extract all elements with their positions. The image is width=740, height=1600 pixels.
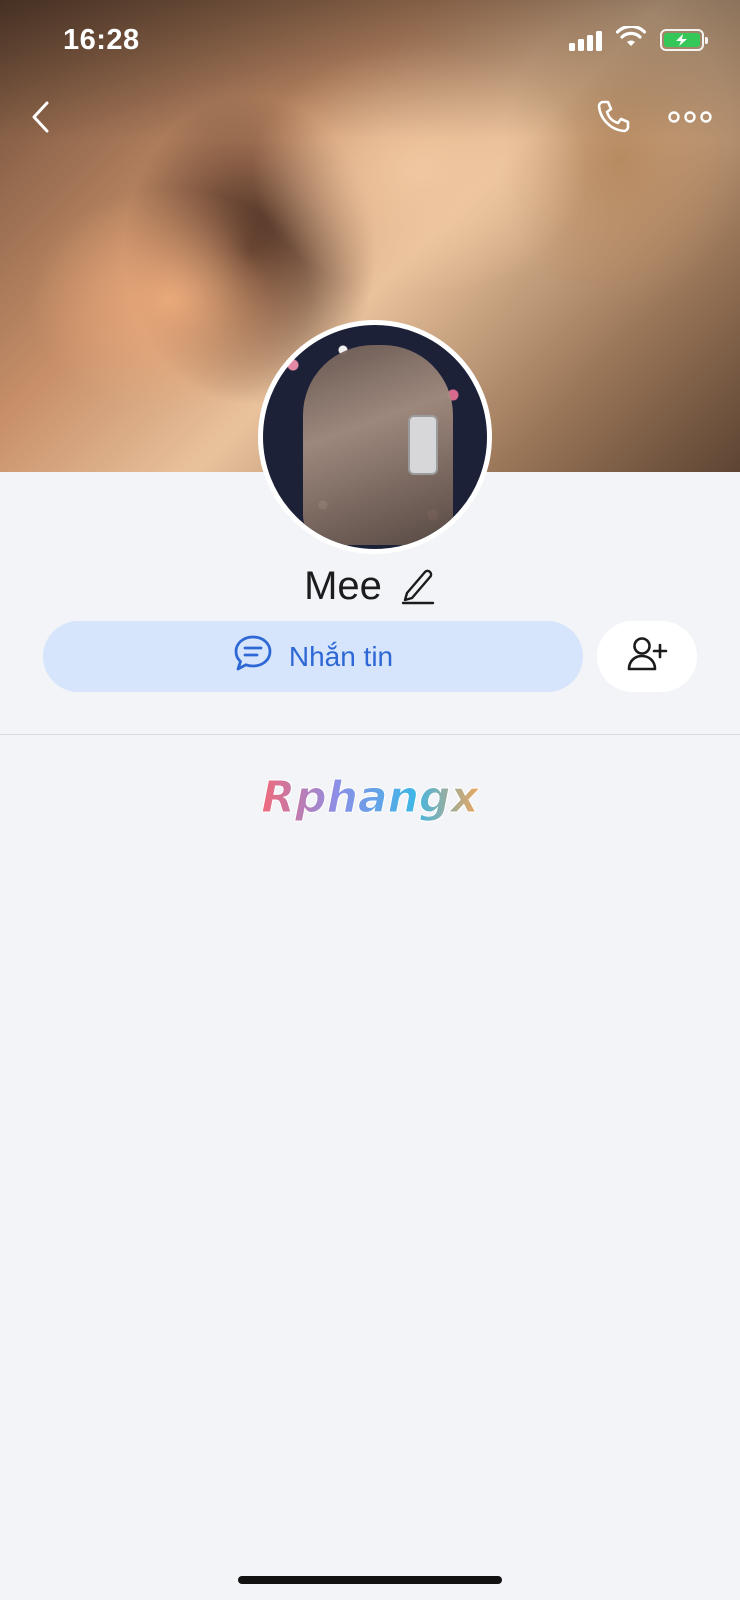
profile-name-row: Mee [0,558,740,614]
phone-icon [594,98,632,141]
avatar[interactable] [258,320,492,554]
more-dots-icon [668,110,712,129]
pencil-icon[interactable] [400,566,436,606]
more-button[interactable] [660,94,720,144]
signal-icon [569,29,602,51]
home-indicator[interactable] [238,1576,502,1584]
add-friend-icon [626,635,668,678]
divider [0,734,740,735]
message-button[interactable]: Nhắn tin [43,621,583,692]
profile-name: Mee [304,563,382,608]
message-button-label: Nhắn tin [288,640,394,672]
status-icons [569,24,708,53]
status-time: 16:28 [63,24,140,56]
watermark-logo: Rphangx [0,768,740,833]
add-friend-button[interactable] [597,621,697,692]
wifi-icon [615,24,647,53]
status-bar: 16:28 [0,0,740,80]
back-button[interactable] [16,94,66,144]
chevron-left-icon [28,100,54,139]
battery-charging-icon [660,28,708,51]
call-button[interactable] [588,94,638,144]
watermark-text: Rphangx [261,772,480,823]
chat-bubble-icon [233,634,273,679]
avatar-phone-shape [408,415,438,475]
